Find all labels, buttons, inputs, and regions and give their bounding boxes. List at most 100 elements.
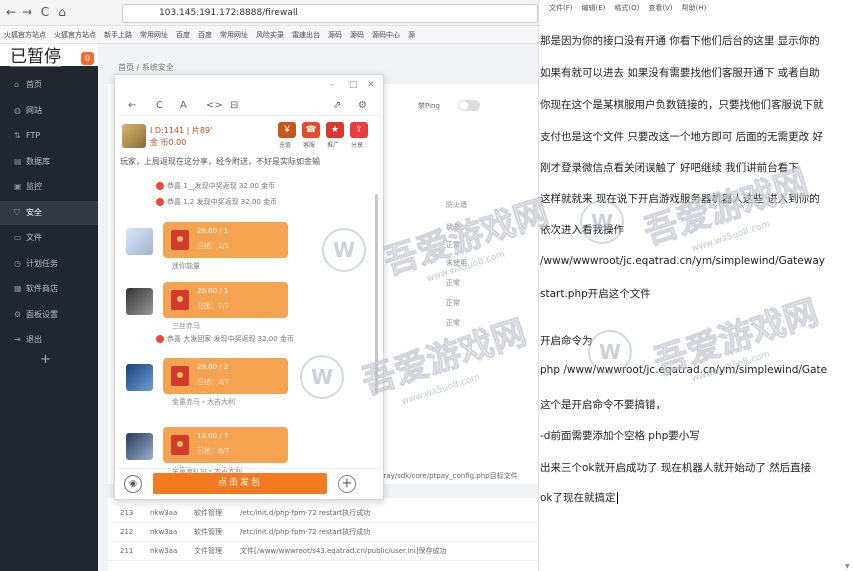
bookmark-link[interactable]: 新手上路 (104, 27, 132, 43)
sidebar-item-label: 数据库 (26, 156, 50, 166)
system-message-text: 恭喜 1.2 发现中奖返现 32.00 金币 (167, 198, 278, 206)
sidebar-item-label: 面板设置 (26, 309, 58, 319)
sidebar-item[interactable]: ▭ 文件 (0, 226, 98, 250)
red-packet-progress: 已抢：1/1 (197, 242, 230, 250)
save-icon[interactable]: ⊟ (230, 100, 238, 111)
scroll-arrow-icon[interactable]: ▼ (845, 563, 850, 570)
top-action-icon[interactable]: ￥ (278, 122, 296, 138)
monitor-icon: ▣ (14, 182, 22, 191)
sidebar-item[interactable]: ◷ 计划任务 (0, 252, 98, 276)
sidebar-item[interactable]: ⌂ 首页 (0, 73, 98, 97)
watermark-logo: W (322, 228, 366, 272)
table-cell-type: 软件管理 (194, 509, 222, 517)
sidebar-item-label: 退出 (26, 335, 42, 344)
maximize-button[interactable]: □ (349, 80, 358, 90)
status-cell: 正常 (446, 241, 460, 249)
bookmark-link[interactable]: 风险实录 (256, 27, 284, 43)
chat-scrollbar[interactable] (375, 194, 378, 394)
home-button[interactable]: ⌂ (55, 5, 69, 19)
sidebar-add-button[interactable]: + (40, 352, 51, 367)
user-id: I D:1141 | 片89' (150, 126, 213, 135)
sender-name: 金童赤马・大吉大利 (172, 398, 235, 406)
top-action-label: 客服 (303, 142, 316, 149)
red-packet-bubble[interactable]: 10.00 / 7 已抢：8/7 (163, 427, 288, 463)
back-button[interactable]: ← (4, 5, 18, 19)
back-icon[interactable]: ← (128, 100, 136, 111)
sidebar-item-label: 首页 (26, 80, 42, 89)
address-bar[interactable]: 103.145.191.172:8888/firewall (122, 4, 538, 23)
red-packet-bubble[interactable]: 20.00 / 2 已抢：3/7 (163, 358, 288, 394)
document-line: 支付也是这个文件 只要改这一个地方即可 后面的无需更改 好 (540, 131, 824, 143)
ping-toggle-label: 禁Ping (418, 102, 440, 110)
notice-dot-icon (156, 182, 164, 190)
red-packet-bubble[interactable]: 20.00 / 1 已抢：1/1 (163, 222, 288, 258)
bookmark-link[interactable]: 百度 (176, 27, 190, 43)
top-action-label: 充值 (279, 142, 292, 149)
clock-icon: ◷ (14, 258, 21, 268)
table-row: 212 nkw3aa 软件管理/etc/init.d/php-fpm-72 rest… (108, 523, 538, 542)
font-icon[interactable]: A (180, 100, 187, 111)
code-icon[interactable]: <> (206, 100, 223, 111)
notepad-menu-item[interactable]: 查看(V) (648, 4, 672, 12)
table-cell-type: 文件管理 (194, 547, 222, 555)
red-packet-amount: 20.00 / 2 (197, 363, 229, 371)
voice-button[interactable]: ◉ (124, 475, 142, 493)
sidebar-item[interactable]: ⇅ FTP (0, 124, 98, 148)
table-cell-user: nkw3aa (150, 547, 178, 555)
sidebar-item-label: 软件商店 (26, 284, 58, 293)
bookmark-link[interactable]: 源 (408, 27, 415, 43)
top-action-icon[interactable]: ⇪ (350, 122, 368, 138)
sender-avatar[interactable] (126, 288, 153, 315)
send-packet-button[interactable]: 点击发包 (153, 473, 327, 494)
sidebar-item[interactable]: ▦ 软件商店 (0, 277, 98, 301)
minimize-button[interactable]: – (330, 80, 335, 90)
logout-icon: ⇥ (14, 335, 21, 344)
notepad-menu-item[interactable]: 编辑(E) (582, 4, 606, 12)
notice-dot-icon (156, 335, 164, 343)
sender-name: 迷你能量 (172, 262, 200, 270)
bookmark-link[interactable]: 常用网址 (220, 27, 248, 43)
browser-toolbar: ← → C ⌂ 103.145.191.172:8888/firewall (0, 0, 540, 26)
bookmark-link[interactable]: 百度 (198, 27, 212, 43)
notepad-menu-item[interactable]: 帮助(H) (682, 4, 707, 12)
sidebar-item[interactable]: ◍ 网站 (0, 99, 98, 123)
sidebar-item[interactable]: ⚙ 面板设置 (0, 303, 98, 327)
status-cell: 状态 (446, 223, 460, 231)
document-line: start.php开启这个文件 (540, 288, 651, 300)
sender-avatar[interactable] (126, 364, 153, 391)
table-cell-user: nkw3aa (150, 528, 178, 536)
add-button[interactable]: + (338, 475, 356, 493)
document-line: -d前面需要添加个空格 php要小写 (540, 430, 700, 442)
top-action-icon[interactable]: ★ (326, 122, 344, 138)
system-message: 恭喜 大发回家 发现中奖返现 32.00 金币 (156, 334, 294, 344)
bookmark-link[interactable]: 常用网址 (140, 27, 168, 43)
status-cell: 正常 (446, 319, 460, 327)
red-packet-bubble[interactable]: 20.00 / 1 已抢：7/7 (163, 282, 288, 318)
system-message: 恭喜 1__发现中奖返现 32.00 金币 (156, 181, 275, 191)
sidebar-item[interactable]: ⇥ 退出 (0, 328, 98, 352)
sidebar-item[interactable]: ▤ 数据库 (0, 150, 98, 174)
close-button[interactable]: ✕ (367, 80, 375, 90)
bookmark-link[interactable]: 源码 (328, 27, 342, 43)
sidebar-item[interactable]: ▣ 监控 (0, 175, 98, 199)
bookmark-link[interactable]: 源码中心 (372, 27, 400, 43)
refresh-icon[interactable]: C (156, 100, 163, 111)
sidebar-item-label: 计划任务 (26, 258, 58, 268)
share-icon[interactable]: ⇗ (333, 100, 341, 111)
sender-avatar[interactable] (126, 433, 153, 460)
folder-icon: ▭ (14, 233, 22, 242)
reload-button[interactable]: C (38, 5, 52, 19)
top-action-icon[interactable]: ☎ (302, 122, 320, 138)
user-avatar[interactable] (122, 124, 146, 148)
notepad-menu-item[interactable]: 文件(F) (549, 4, 573, 12)
notepad-menu-item[interactable]: 格式(O) (614, 4, 639, 12)
sidebar-item[interactable]: ⛉ 安全 (0, 200, 98, 225)
ping-toggle[interactable] (458, 100, 480, 111)
document-line: 那是因为你的接口没有开通 你看下他们后台的这里 显示你的 (540, 35, 820, 47)
bookmark-link[interactable]: 雷速出台 (292, 27, 320, 43)
settings-icon[interactable]: ⚙ (358, 100, 367, 111)
forward-button[interactable]: → (20, 5, 34, 19)
sender-avatar[interactable] (126, 228, 153, 255)
table-row: 213 nkw3aa 软件管理/etc/init.d/php-fpm-72 rest… (108, 504, 538, 523)
bookmark-link[interactable]: 源码 (350, 27, 364, 43)
